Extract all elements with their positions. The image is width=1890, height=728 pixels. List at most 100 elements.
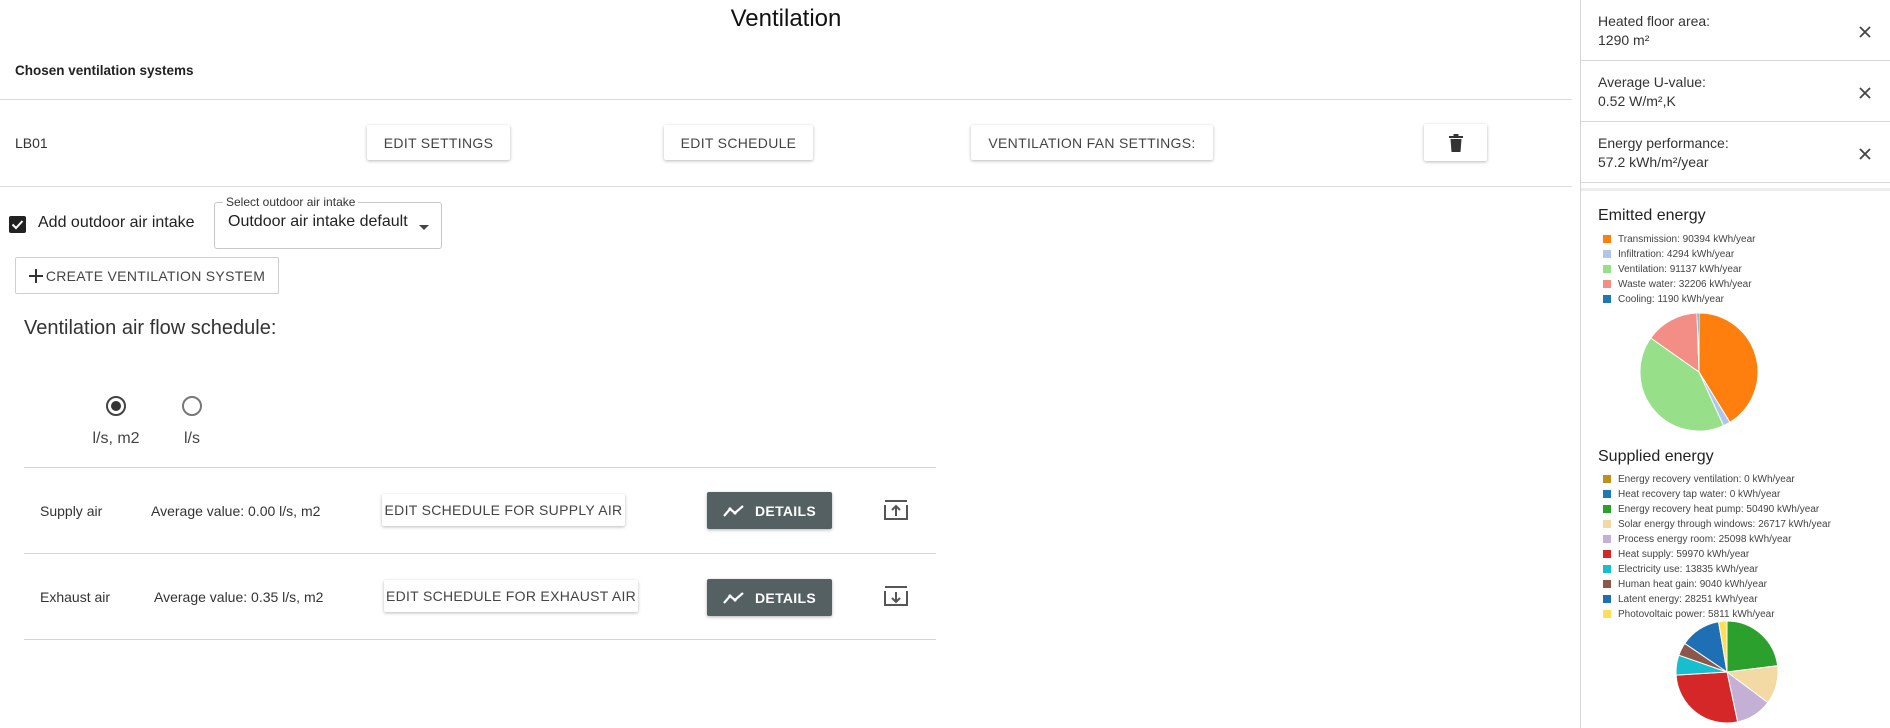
legend-item: Energy recovery heat pump: 50490 kWh/yea…	[1603, 504, 1819, 517]
legend-swatch	[1603, 550, 1611, 558]
legend-item: Ventilation: 91137 kWh/year	[1603, 264, 1742, 277]
legend-item: Waste water: 32206 kWh/year	[1603, 279, 1752, 292]
legend-item: Heat recovery tap water: 0 kWh/year	[1603, 489, 1780, 502]
legend-item: Process energy room: 25098 kWh/year	[1603, 534, 1791, 547]
close-icon[interactable]	[1858, 147, 1872, 161]
details-label: DETAILS	[755, 502, 816, 519]
unit-radio-ls-m2[interactable]	[106, 396, 126, 416]
dropdown-arrow-icon	[419, 225, 429, 230]
legend-label: Cooling: 1190 kWh/year	[1618, 294, 1724, 305]
energy-performance-card: Energy performance: 57.2 kWh/m²/year	[1581, 122, 1890, 183]
legend-label: Waste water: 32206 kWh/year	[1618, 279, 1752, 290]
outdoor-air-checkbox[interactable]	[9, 216, 26, 233]
close-icon[interactable]	[1858, 25, 1872, 39]
legend-label: Energy recovery heat pump: 50490 kWh/yea…	[1618, 504, 1820, 515]
schedule-title: Ventilation air flow schedule:	[24, 317, 277, 339]
summary-sidebar: Heated floor area: 1290 m² Average U-val…	[1580, 0, 1890, 728]
pie-slice	[1675, 671, 1739, 724]
details-label: DETAILS	[755, 589, 816, 606]
divider	[1581, 188, 1890, 191]
emitted-energy-title: Emitted energy	[1598, 207, 1706, 224]
edit-exhaust-schedule-button[interactable]: EDIT SCHEDULE FOR EXHAUST AIR	[384, 580, 638, 612]
card-label: Energy performance:	[1598, 135, 1729, 151]
edit-settings-button[interactable]: EDIT SETTINGS	[367, 125, 510, 160]
legend-swatch	[1603, 235, 1611, 243]
download-icon[interactable]	[883, 585, 909, 607]
legend-item: Energy recovery ventilation: 0 kWh/year	[1603, 474, 1795, 487]
legend-item: Latent energy: 28251 kWh/year	[1603, 594, 1758, 607]
legend-item: Heat supply: 59970 kWh/year	[1603, 549, 1749, 562]
exhaust-air-label: Exhaust air	[40, 589, 111, 605]
legend-swatch	[1603, 280, 1611, 288]
ventilation-fan-settings-button[interactable]: VENTILATION FAN SETTINGS:	[971, 125, 1213, 160]
legend-swatch	[1603, 580, 1611, 588]
checkmark-icon	[11, 220, 24, 230]
legend-item: Solar energy through windows: 26717 kWh/…	[1603, 519, 1831, 532]
unit-radio-label[interactable]: l/s, m2	[76, 430, 156, 448]
legend-label: Photovoltaic power: 5811 kWh/year	[1618, 609, 1775, 620]
legend-label: Ventilation: 91137 kWh/year	[1618, 264, 1742, 275]
edit-schedule-button[interactable]: EDIT SCHEDULE	[664, 125, 813, 160]
outdoor-air-checkbox-label[interactable]: Add outdoor air intake	[38, 214, 195, 232]
legend-swatch	[1603, 595, 1611, 603]
legend-item: Transmission: 90394 kWh/year	[1603, 234, 1755, 247]
create-ventilation-system-label: CREATE VENTILATION SYSTEM	[45, 267, 266, 284]
legend-swatch	[1603, 265, 1611, 273]
card-value: 57.2 kWh/m²/year	[1598, 154, 1709, 170]
delete-system-button[interactable]	[1424, 124, 1487, 161]
legend-item: Electricity use: 13835 kWh/year	[1603, 564, 1758, 577]
system-name: LB01	[15, 135, 48, 151]
radio-selected-dot	[111, 401, 121, 411]
exhaust-air-average: Average value: 0.35 l/s, m2	[154, 589, 324, 605]
section-title: Chosen ventilation systems	[15, 63, 194, 78]
legend-swatch	[1603, 610, 1611, 618]
legend-item: Infiltration: 4294 kWh/year	[1603, 249, 1734, 262]
exhaust-details-button[interactable]: DETAILS	[707, 579, 832, 616]
create-ventilation-system-button[interactable]: CREATE VENTILATION SYSTEM	[15, 257, 279, 294]
supply-air-label: Supply air	[40, 503, 103, 519]
emitted-energy-pie	[1639, 312, 1759, 432]
legend-swatch	[1603, 475, 1611, 483]
legend-swatch	[1603, 520, 1611, 528]
supply-details-button[interactable]: DETAILS	[707, 492, 832, 529]
trending-icon	[723, 504, 744, 517]
upload-icon[interactable]	[883, 499, 909, 521]
outdoor-air-intake-select[interactable]: Select outdoor air intake Outdoor air in…	[214, 195, 442, 249]
card-value: 1290 m²	[1598, 32, 1650, 48]
card-value: 0.52 W/m²,K	[1598, 93, 1676, 109]
legend-label: Electricity use: 13835 kWh/year	[1618, 564, 1759, 575]
legend-swatch	[1603, 490, 1611, 498]
legend-label: Human heat gain: 9040 kWh/year	[1618, 579, 1767, 590]
plus-icon	[28, 268, 43, 283]
select-value: Outdoor air intake default	[228, 213, 408, 230]
heated-floor-area-card: Heated floor area: 1290 m²	[1581, 0, 1890, 61]
card-label: Average U-value:	[1598, 74, 1706, 90]
supply-air-average: Average value: 0.00 l/s, m2	[151, 503, 321, 519]
legend-label: Latent energy: 28251 kWh/year	[1618, 594, 1758, 605]
legend-swatch	[1603, 565, 1611, 573]
legend-label: Transmission: 90394 kWh/year	[1618, 234, 1756, 245]
supplied-energy-pie	[1675, 620, 1779, 724]
legend-swatch	[1603, 535, 1611, 543]
divider	[0, 99, 1572, 100]
divider	[24, 467, 936, 468]
legend-label: Heat recovery tap water: 0 kWh/year	[1618, 489, 1781, 500]
legend-label: Energy recovery ventilation: 0 kWh/year	[1618, 474, 1795, 485]
unit-radio-label[interactable]: l/s	[152, 430, 232, 448]
edit-supply-schedule-button[interactable]: EDIT SCHEDULE FOR SUPPLY AIR	[382, 494, 625, 526]
legend-label: Process energy room: 25098 kWh/year	[1618, 534, 1792, 545]
supplied-energy-title: Supplied energy	[1598, 448, 1714, 465]
main-panel: Ventilation Chosen ventilation systems L…	[0, 0, 1580, 728]
pie-slice	[1726, 620, 1779, 673]
trending-icon	[723, 591, 744, 604]
divider	[24, 639, 936, 640]
legend-swatch	[1603, 250, 1611, 258]
unit-radio-ls[interactable]	[182, 396, 202, 416]
card-label: Heated floor area:	[1598, 13, 1711, 29]
close-icon[interactable]	[1858, 86, 1872, 100]
page-title: Ventilation	[730, 5, 842, 32]
average-u-value-card: Average U-value: 0.52 W/m²,K	[1581, 61, 1890, 122]
legend-swatch	[1603, 295, 1611, 303]
trash-icon	[1448, 133, 1463, 152]
legend-item: Human heat gain: 9040 kWh/year	[1603, 579, 1767, 592]
